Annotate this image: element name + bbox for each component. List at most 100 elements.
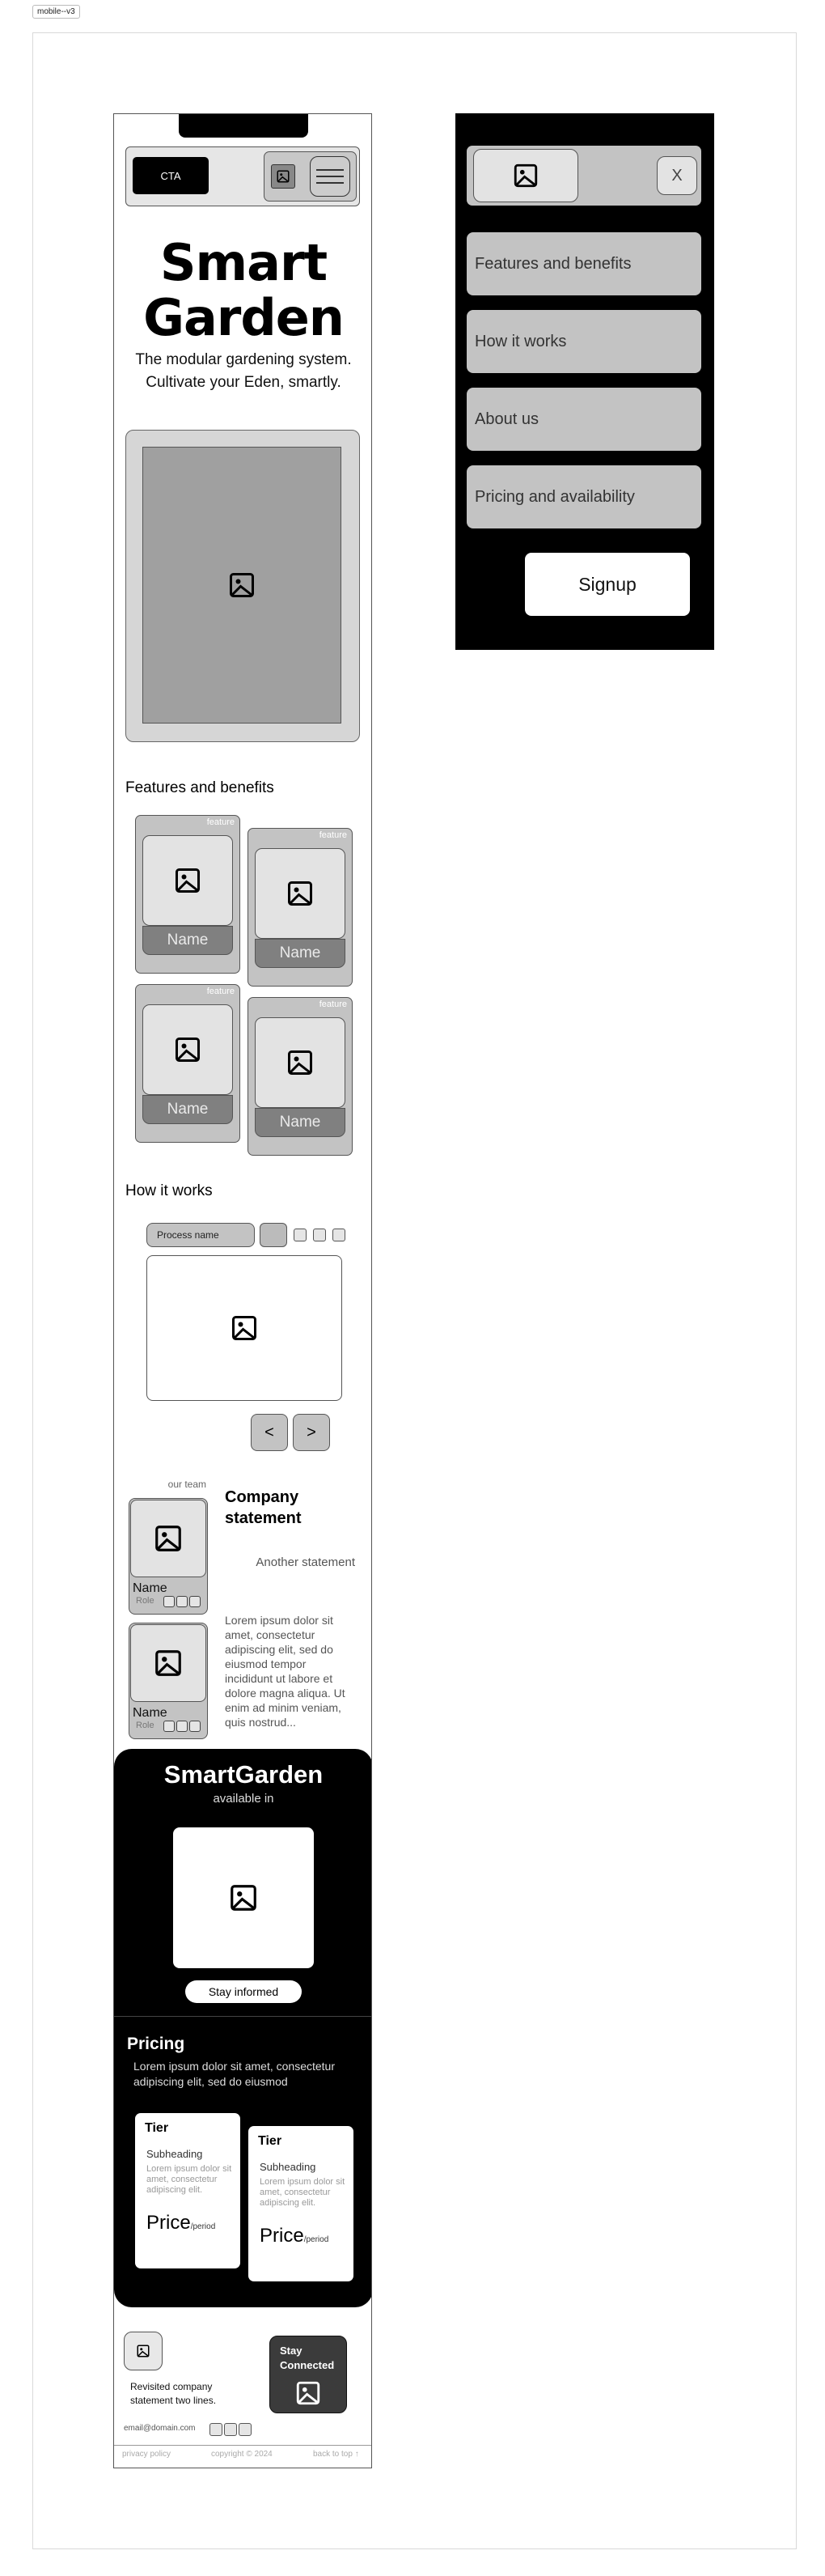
feature-tag: feature (206, 987, 235, 996)
pricing-subtitle: Lorem ipsum dolor sit amet, consectetur … (133, 2060, 335, 2088)
social-icon[interactable] (163, 1721, 175, 1732)
prev-button[interactable]: < (251, 1414, 288, 1451)
privacy-policy-link[interactable]: privacy policy (122, 2450, 171, 2459)
hamburger-menu-icon[interactable] (310, 156, 350, 197)
brand-title: SmartGarden (163, 1760, 324, 1789)
menu-item-about[interactable]: About us (467, 388, 701, 451)
tier-subheading: Subheading (260, 2161, 316, 2173)
feature-name: Name (255, 1108, 345, 1137)
menu-item-pricing[interactable]: Pricing and availability (467, 465, 701, 528)
social-icon[interactable] (163, 1596, 175, 1607)
image-icon (137, 2345, 150, 2357)
process-step-dot[interactable] (332, 1229, 345, 1241)
menu-logo[interactable] (473, 149, 578, 202)
image-icon (288, 1050, 312, 1075)
features-heading: Features and benefits (125, 779, 274, 796)
team-member-card[interactable]: Name Role (129, 1623, 208, 1739)
team-member-name: Name (133, 1581, 167, 1595)
stay-connected-button[interactable]: Stay Connected (269, 2336, 347, 2413)
process-image (146, 1255, 342, 1401)
copyright-text: copyright © 2024 (211, 2450, 273, 2459)
nav-actions (264, 151, 357, 202)
stay-informed-button[interactable]: Stay informed (185, 1980, 302, 2003)
team-member-card[interactable]: Name Role (129, 1498, 208, 1615)
process-name-tab[interactable]: Process name (146, 1223, 255, 1247)
social-icon[interactable] (224, 2423, 237, 2436)
feature-card[interactable]: feature Name (135, 815, 240, 974)
pricing-tier-card[interactable]: Tier Subheading Lorem ipsum dolor sit am… (135, 2113, 240, 2268)
tier-description: Lorem ipsum dolor sit amet, consectetur … (146, 2164, 232, 2195)
footer-logo (124, 2332, 163, 2370)
signup-button[interactable]: Signup (525, 553, 690, 616)
stay-connected-label: Stay Connected (280, 2345, 335, 2371)
image-icon (231, 1885, 256, 1911)
social-icon[interactable] (209, 2423, 222, 2436)
tier-name: Tier (145, 2121, 169, 2135)
image-icon (288, 881, 312, 906)
menu-header: X (467, 146, 701, 206)
available-in-label: available in (213, 1792, 274, 1806)
pricing-heading: Pricing (127, 2035, 185, 2053)
image-icon (176, 868, 200, 893)
company-statement-title: Company statement (225, 1488, 302, 1527)
back-to-top-link[interactable]: back to top ↑ (313, 2450, 359, 2459)
hero-title: Smart Garden (143, 233, 345, 347)
feature-card[interactable]: feature Name (248, 828, 353, 987)
mobile-page: CTA Smart Garden The modular gardening s… (113, 113, 372, 2468)
tier-name: Tier (258, 2134, 282, 2148)
image-icon (514, 163, 538, 188)
process-tab[interactable] (260, 1223, 287, 1247)
pricing-tier-card[interactable]: Tier Subheading Lorem ipsum dolor sit am… (248, 2126, 353, 2281)
tier-price: Price/period (260, 2225, 329, 2247)
image-icon (232, 1316, 256, 1340)
team-member-role: Role (136, 1596, 154, 1606)
feature-card[interactable]: feature Name (135, 984, 240, 1143)
image-icon[interactable] (271, 164, 295, 189)
menu-item-features[interactable]: Features and benefits (467, 232, 701, 295)
feature-image (142, 835, 233, 926)
team-member-photo (130, 1624, 206, 1702)
feature-image (255, 848, 345, 939)
image-icon (176, 1038, 200, 1062)
menu-item-how-it-works[interactable]: How it works (467, 310, 701, 373)
feature-name: Name (255, 939, 345, 968)
frame-label: mobile--v3 (32, 5, 80, 19)
feature-tag: feature (319, 830, 347, 840)
social-icon[interactable] (189, 1721, 201, 1732)
hero-image-card (125, 430, 360, 742)
image-icon (155, 1526, 181, 1551)
company-statement-body: Lorem ipsum dolor sit amet, consectetur … (225, 1614, 345, 1729)
feature-tag: feature (206, 817, 235, 827)
availability-pricing-section: SmartGarden available in Stay informed P… (114, 1749, 371, 2307)
feature-image (255, 1017, 345, 1108)
section-divider (114, 2016, 371, 2017)
hero-subtitle: The modular gardening system. Cultivate … (135, 351, 352, 391)
tier-description: Lorem ipsum dolor sit amet, consectetur … (260, 2177, 345, 2208)
image-icon (155, 1650, 181, 1676)
navbar: CTA (125, 146, 360, 206)
team-member-name: Name (133, 1706, 167, 1720)
cta-button[interactable]: CTA (133, 157, 209, 194)
hero-image (142, 447, 341, 724)
process-step-dot[interactable] (294, 1229, 307, 1241)
feature-name: Name (142, 926, 233, 955)
team-member-photo (130, 1500, 206, 1577)
social-icon[interactable] (239, 2423, 252, 2436)
footer-divider (114, 2445, 371, 2446)
feature-tag: feature (319, 999, 347, 1009)
feature-card[interactable]: feature Name (248, 997, 353, 1156)
social-icon[interactable] (189, 1596, 201, 1607)
feature-image (142, 1004, 233, 1095)
tier-price: Price/period (146, 2212, 216, 2234)
image-icon (296, 2381, 320, 2405)
process-step-dot[interactable] (313, 1229, 326, 1241)
footer-email[interactable]: email@domain.com (124, 2424, 196, 2433)
social-icon[interactable] (176, 1596, 188, 1607)
tier-subheading: Subheading (146, 2148, 203, 2160)
next-button[interactable]: > (293, 1414, 330, 1451)
our-team-label: our team (167, 1479, 206, 1490)
store-image (173, 1827, 314, 1968)
close-button[interactable]: X (657, 156, 697, 195)
phone-notch (179, 114, 308, 138)
social-icon[interactable] (176, 1721, 188, 1732)
